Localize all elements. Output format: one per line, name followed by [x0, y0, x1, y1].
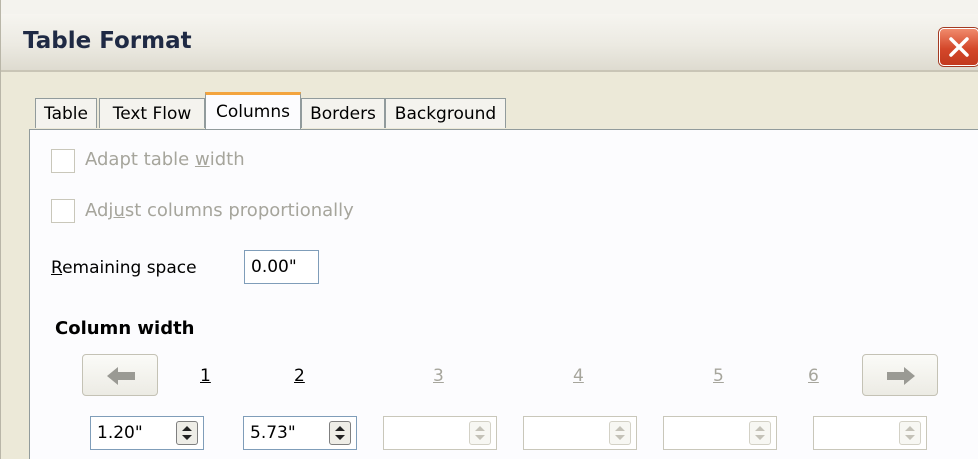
spin-up-down-icon	[905, 426, 915, 440]
close-button[interactable]	[939, 28, 978, 66]
tab-background[interactable]: Background	[385, 98, 506, 128]
column-number-3: 3	[433, 366, 444, 386]
adjust-proportionally-checkbox[interactable]	[51, 199, 75, 223]
column-2-width-spinner[interactable]	[329, 421, 351, 445]
spin-up-down-icon	[755, 426, 765, 440]
adapt-table-width-label-part1: Adapt table	[85, 149, 195, 170]
tab-text-flow[interactable]: Text Flow	[99, 98, 205, 128]
arrow-right-icon	[887, 367, 915, 385]
adjust-proportionally-label-mnemonic: u	[113, 200, 125, 221]
adjust-proportionally-label-part1: Adj	[85, 200, 114, 221]
adjust-proportionally-label-part2: st columns proportionally	[124, 200, 354, 221]
adjust-proportionally-label: Adjust columns proportionally	[85, 200, 354, 221]
column-3-width-spinbox[interactable]	[383, 416, 497, 450]
window-top-edge	[1, 0, 978, 14]
tab-borders[interactable]: Borders	[301, 98, 385, 128]
tab-columns[interactable]: Columns	[205, 92, 301, 130]
spin-up-down-icon	[615, 426, 625, 440]
column-1-width-spinbox[interactable]: 1.20"	[90, 416, 204, 450]
arrow-left-icon	[107, 367, 135, 385]
title-bar[interactable]: Table Format	[1, 14, 978, 72]
close-icon	[949, 37, 969, 57]
column-5-width-spinner[interactable]	[749, 421, 771, 445]
column-6-width-spinner[interactable]	[899, 421, 921, 445]
adapt-table-width-label-part2: idth	[209, 149, 245, 170]
scroll-columns-right-button[interactable]	[862, 354, 938, 396]
column-2-width-spinbox[interactable]: 5.73"	[243, 416, 357, 450]
adapt-table-width-checkbox[interactable]	[51, 149, 75, 173]
column-number-1: 1	[200, 366, 211, 386]
column-3-width-spinner[interactable]	[469, 421, 491, 445]
spin-up-down-icon	[335, 426, 345, 440]
remaining-space-value: 0.00"	[244, 250, 319, 284]
column-4-width-spinner[interactable]	[609, 421, 631, 445]
column-6-width-spinbox[interactable]	[813, 416, 927, 450]
column-width-heading: Column width	[55, 318, 195, 339]
column-1-width-value: 1.20"	[97, 423, 143, 443]
column-5-width-spinbox[interactable]	[663, 416, 777, 450]
column-2-width-value: 5.73"	[250, 423, 296, 443]
adapt-table-width-label-mnemonic: w	[194, 149, 210, 170]
table-format-dialog: Table Format Table Text Flow Columns Bor…	[0, 0, 978, 459]
column-number-4: 4	[573, 366, 584, 386]
dialog-title: Table Format	[23, 28, 192, 54]
adapt-table-width-label: Adapt table width	[85, 149, 245, 170]
remaining-space-label-rest: emaining space	[62, 258, 197, 278]
column-1-width-spinner[interactable]	[176, 421, 198, 445]
column-number-6: 6	[808, 366, 819, 386]
column-number-2: 2	[294, 366, 305, 386]
column-4-width-spinbox[interactable]	[523, 416, 637, 450]
scroll-columns-left-button[interactable]	[82, 354, 158, 396]
remaining-space-label: Remaining space	[51, 258, 197, 278]
remaining-space-label-mnemonic: R	[51, 258, 63, 278]
spin-up-down-icon	[182, 426, 192, 440]
tab-table[interactable]: Table	[35, 98, 97, 128]
columns-tab-panel: Adapt table width Adjust columns proport…	[29, 129, 978, 459]
column-number-5: 5	[713, 366, 724, 386]
spin-up-down-icon	[475, 426, 485, 440]
